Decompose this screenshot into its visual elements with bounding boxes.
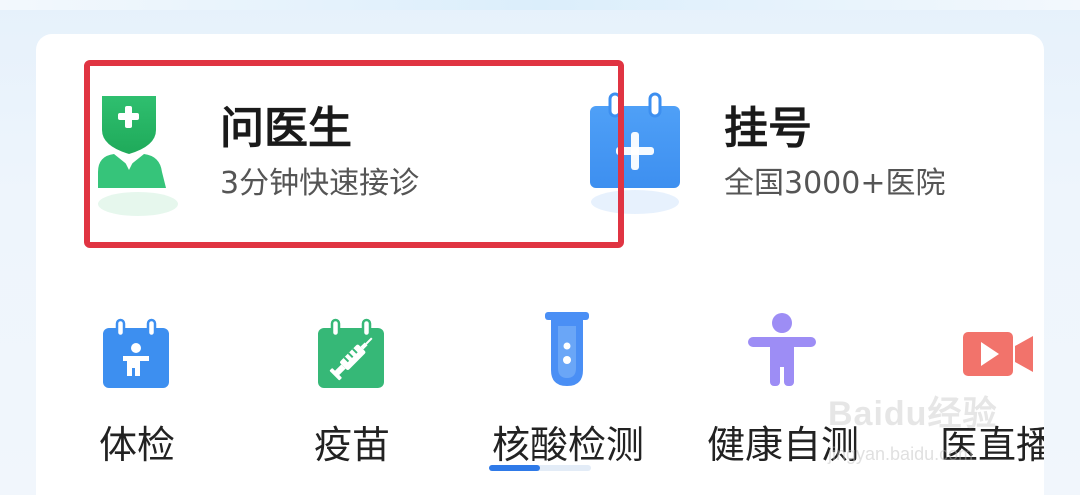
ask-doctor-subtitle: 3分钟快速接诊 <box>220 166 420 201</box>
calendar-plus-icon <box>590 92 680 214</box>
register-button[interactable]: 挂号 全国3000+医院 <box>576 74 1016 254</box>
person-icon <box>748 313 816 386</box>
watermark-brand: Baidu经验 <box>828 395 998 433</box>
vaccine-icon <box>318 318 384 388</box>
register-title: 挂号 <box>724 103 812 154</box>
watermark-url: jingyan.baidu.com <box>828 444 974 464</box>
test-tube-icon <box>545 312 589 386</box>
shortcut-physical-exam[interactable]: 体检 <box>62 314 212 467</box>
watermark: Baidu经验 jingyan.baidu.com <box>828 384 1038 474</box>
physical-exam-icon <box>103 318 169 388</box>
video-icon <box>963 332 1033 376</box>
ask-doctor-title: 问医生 <box>220 103 352 154</box>
pager-active-segment <box>489 465 540 471</box>
pager-indicator <box>489 465 591 471</box>
shortcut-label: 核酸检测 <box>492 423 645 467</box>
ask-doctor-button[interactable]: 问医生 3分钟快速接诊 <box>86 74 606 254</box>
register-subtitle: 全国3000+医院 <box>724 166 946 201</box>
shortcut-label: 体检 <box>98 423 175 467</box>
shortcut-nucleic-test[interactable]: 核酸检测 <box>492 312 644 467</box>
shortcut-vaccine[interactable]: 疫苗 <box>277 314 427 467</box>
shortcut-label: 疫苗 <box>313 423 390 467</box>
doctor-icon <box>98 96 178 216</box>
top-strip <box>0 0 1080 10</box>
